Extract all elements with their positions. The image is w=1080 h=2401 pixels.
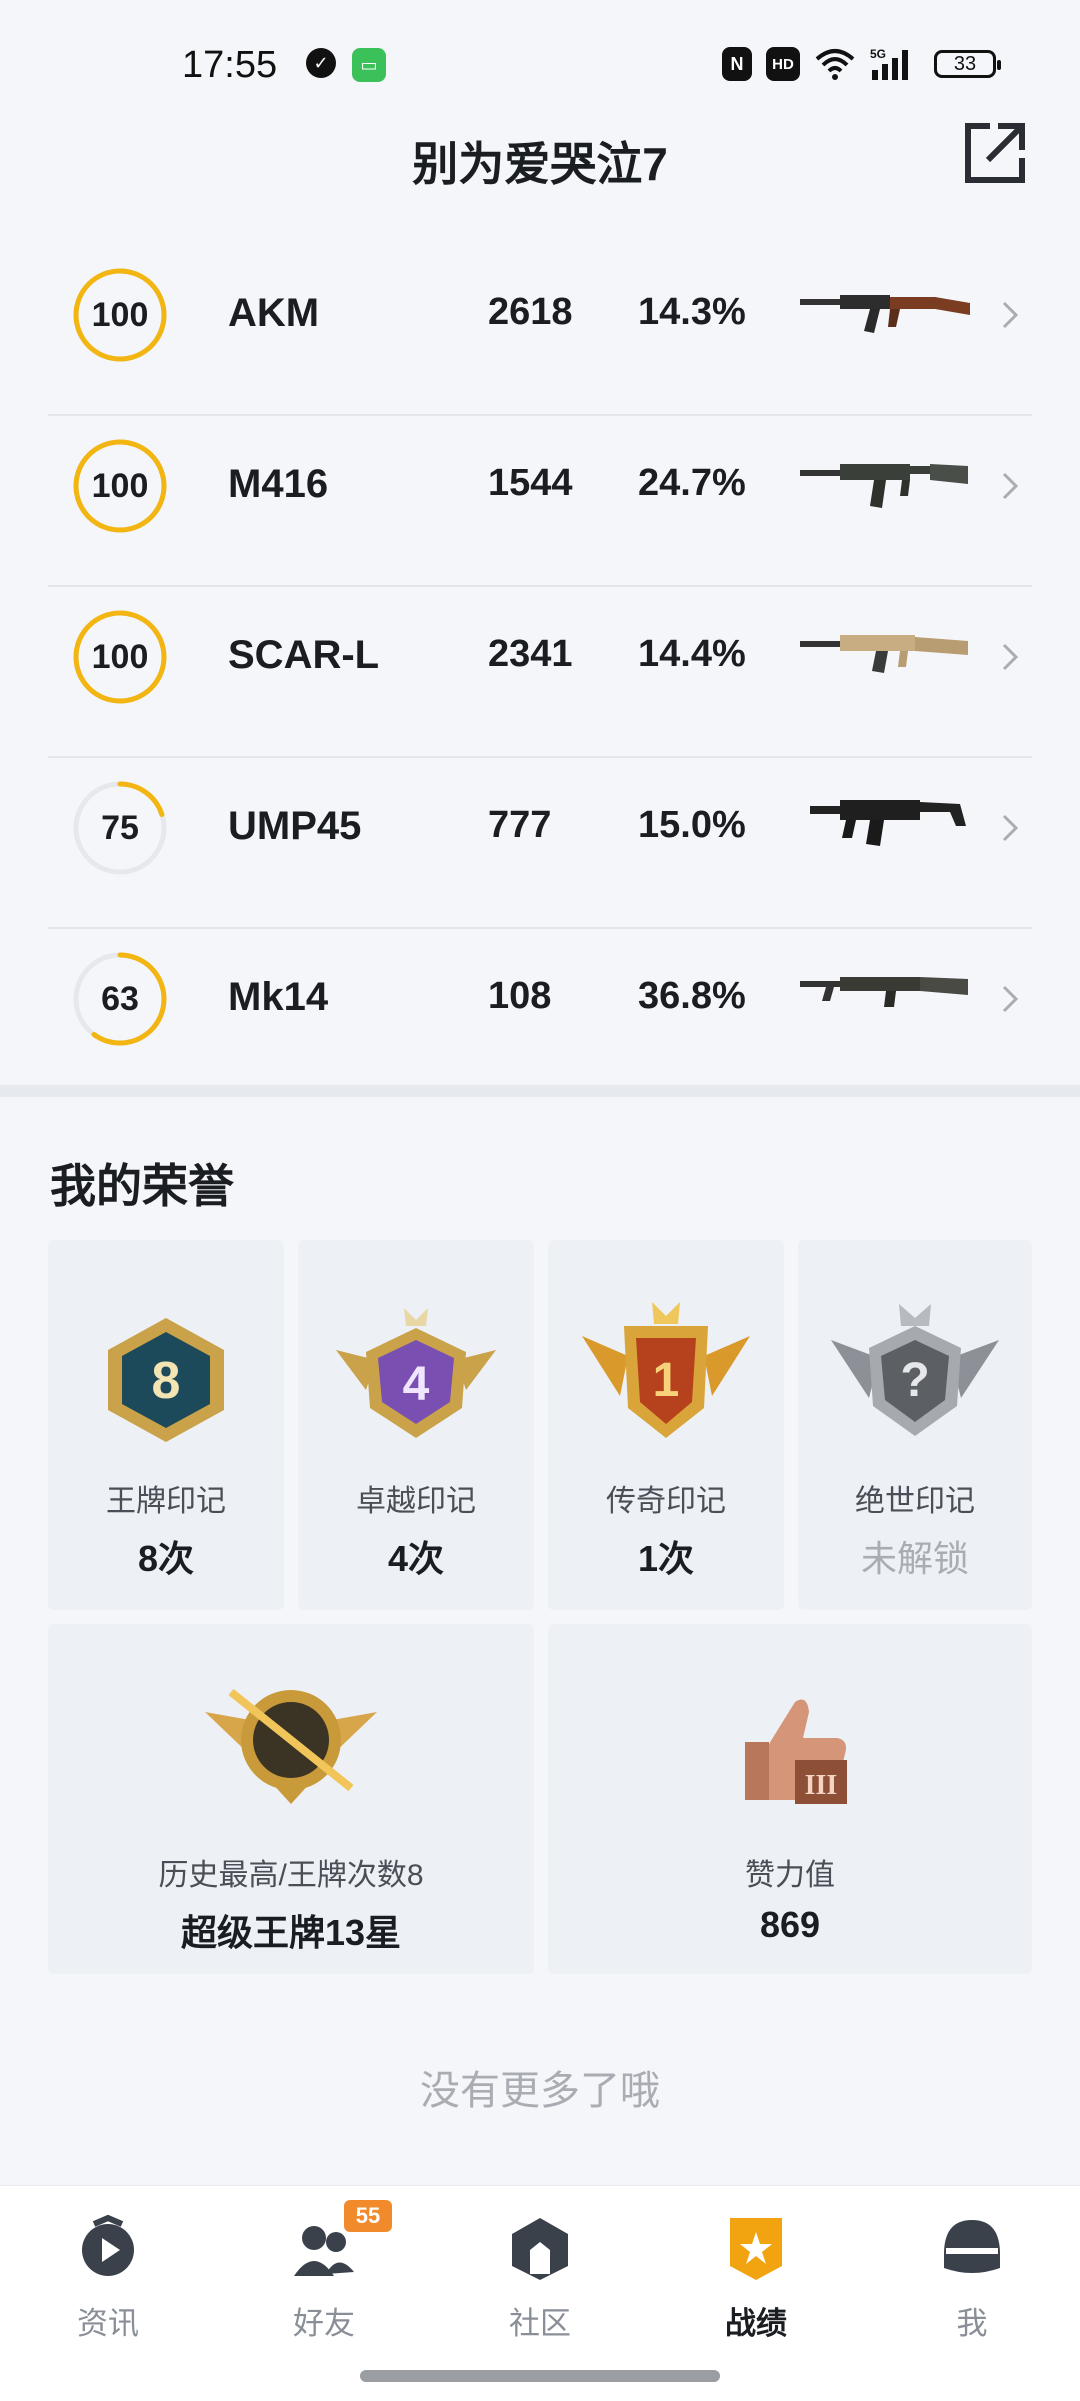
honor-label: 绝世印记 [855,1485,975,1518]
wifi-icon [815,49,855,80]
chevron-right-icon [1002,985,1019,1013]
ace-mark-badge-icon: 8 [108,1318,224,1442]
honor-value: 8次 [137,1538,195,1579]
signal-5g-icon: 5G [870,47,908,80]
battery-icon: 33 [934,50,1001,78]
weapon-row[interactable]: 63 Mk14 108 36.8% [0,929,1080,1100]
tab-friends[interactable]: 55 好友 [216,2186,432,2341]
weapon-headshot-rate: 14.4% [638,633,746,675]
news-play-icon [82,2214,134,2276]
mastery-level: 63 [101,980,139,1018]
tab-label: 战绩 [725,2306,787,2341]
honor-label: 赞力值 [745,1859,835,1892]
weapon-name: AKM [228,291,320,335]
mastery-level: 100 [91,638,149,676]
svg-text:4: 4 [403,1358,430,1411]
thumbs-up-medal-icon: III [745,1699,847,1804]
tab-label: 好友 [293,2306,355,2341]
profile-helmet-icon [944,2220,1000,2273]
no-more-text: 没有更多了哦 [420,2069,660,2113]
bottom-tab-bar: 资讯 55 好友 社区 战绩 我 [0,2185,1080,2401]
weapon-kills: 108 [488,975,552,1017]
svg-text:III: III [805,1770,838,1801]
peerless-mark-locked-badge-icon: ? [831,1304,999,1436]
honor-card-excellent[interactable]: 4 卓越印记 4次 [298,1240,534,1610]
weapon-headshot-rate: 14.3% [638,291,746,333]
mastery-level: 100 [91,296,149,334]
ace-rank-emblem-icon [205,1688,377,1804]
svg-text:8: 8 [152,1352,181,1410]
honor-section-title: 我的荣誉 [50,1160,234,1212]
honor-label: 王牌印记 [106,1485,226,1518]
ump45-smg-icon [810,800,966,846]
honor-label: 卓越印记 [356,1485,476,1518]
message-icon: ▭ [352,48,386,82]
mastery-level: 100 [91,467,149,505]
weapon-kills: 1544 [488,462,573,504]
m416-rifle-icon [800,464,968,508]
page-title: 别为爱哭泣7 [412,138,668,190]
tab-records[interactable]: 战绩 [648,2186,864,2341]
scar-l-rifle-icon [800,635,968,673]
honor-value-locked: 未解锁 [860,1538,969,1579]
svg-text:1: 1 [653,1354,680,1407]
tab-label: 社区 [509,2306,571,2341]
friends-count-badge: 55 [344,2200,392,2232]
mk14-rifle-icon [800,977,968,1007]
status-bar: 17:55 ✓ ▭ N HD 5G 33 [0,0,1080,130]
weapon-headshot-rate: 24.7% [638,462,746,504]
chevron-right-icon [1002,472,1019,500]
legend-mark-badge-icon: 1 [582,1302,750,1438]
chevron-right-icon [1002,301,1019,329]
weapon-name: UMP45 [228,804,362,848]
tab-community[interactable]: 社区 [432,2186,648,2341]
honor-value: 869 [759,1904,821,1945]
weapon-row[interactable]: 100 SCAR-L 2341 14.4% [0,587,1080,758]
tab-news[interactable]: 资讯 [0,2186,216,2341]
honor-card-legend[interactable]: 1 传奇印记 1次 [548,1240,784,1610]
weapon-headshot-rate: 15.0% [638,804,746,846]
honor-value: 超级王牌13星 [180,1912,402,1953]
svg-text:?: ? [900,1354,929,1407]
tab-me[interactable]: 我 [864,2186,1080,2341]
weapon-kills: 2618 [488,291,573,333]
tab-label: 资讯 [77,2306,139,2341]
honor-label: 历史最高/王牌次数8 [158,1859,424,1892]
share-external-icon[interactable] [960,118,1030,188]
honor-card-highest-rank[interactable]: 历史最高/王牌次数8 超级王牌13星 [48,1624,534,1974]
honor-value: 4次 [387,1538,445,1579]
honor-card-peerless[interactable]: ? 绝世印记 未解锁 [798,1240,1032,1610]
weapon-kills: 2341 [488,633,573,675]
tab-label: 我 [956,2306,988,2341]
weapon-row[interactable]: 100 AKM 2618 14.3% [0,245,1080,416]
weapon-kills: 777 [488,804,552,846]
chevron-right-icon [1002,643,1019,671]
weapon-row[interactable]: 75 UMP45 777 15.0% [0,758,1080,929]
mastery-level: 75 [101,809,139,847]
hd-icon: HD [766,47,800,81]
weapon-name: M416 [228,462,329,506]
honor-card-likes[interactable]: III 赞力值 869 [548,1624,1032,1974]
honor-card-ace[interactable]: 8 王牌印记 8次 [48,1240,284,1610]
excellent-mark-badge-icon: 4 [336,1308,496,1438]
chevron-right-icon [1002,814,1019,842]
nfc-icon: N [722,47,752,81]
weapon-list: 100 AKM 2618 14.3% 100 M416 1544 24.7% 1… [0,245,1080,1100]
weapon-name: SCAR-L [228,633,380,677]
home-indicator [360,2370,720,2382]
record-shield-icon [730,2218,782,2280]
honor-label: 传奇印记 [606,1485,726,1518]
weapon-name: Mk14 [228,975,329,1019]
akm-rifle-icon [800,295,970,333]
weapon-row[interactable]: 100 M416 1544 24.7% [0,416,1080,587]
svg-text:5G: 5G [870,47,886,61]
status-time: 17:55 [182,44,278,86]
section-divider [0,1085,1080,1097]
community-icon [512,2218,568,2280]
honor-value: 1次 [637,1538,695,1579]
shield-icon: ✓ [306,48,336,78]
weapon-headshot-rate: 36.8% [638,975,746,1017]
